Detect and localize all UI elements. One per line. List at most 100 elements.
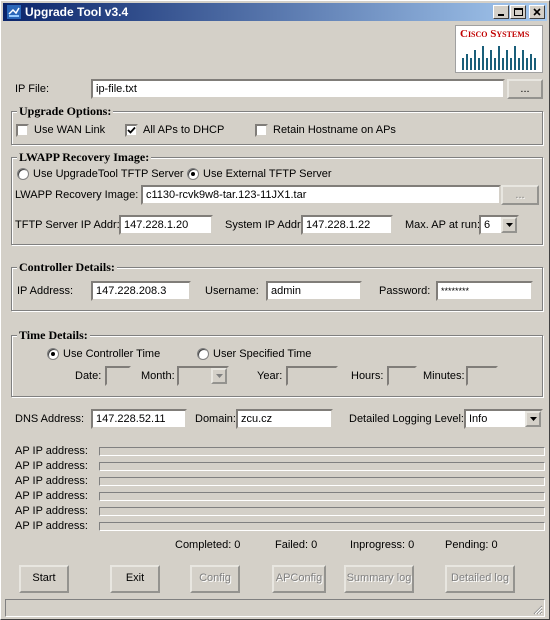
password-input[interactable]: ******** [436,281,533,301]
resize-grip-icon[interactable] [531,603,543,615]
date-label: Date: [75,370,102,382]
close-icon [533,8,541,16]
dropdown-arrow-icon [529,417,537,421]
lwapp-image-browse-button[interactable]: ... [501,185,539,205]
retain-hostname-label[interactable]: Retain Hostname on APs [273,124,396,137]
ap-ip-label: AP IP address: [15,460,88,472]
logo-text: Cisco Systems [460,28,530,40]
checkmark-icon [127,126,136,134]
radio-user-time[interactable] [197,348,209,360]
time-details-title: Time Details: [17,328,90,342]
exit-button[interactable]: Exit [110,565,160,593]
ip-file-input[interactable]: ip-file.txt [91,79,505,99]
ap-row: AP IP address: [15,459,545,474]
hours-label: Hours: [351,370,384,382]
radio-upgradetool-tftp[interactable] [17,168,29,180]
minimize-icon [498,14,504,16]
ip-file-browse-button[interactable]: ... [507,79,543,99]
start-button-label: Start [32,572,56,584]
ap-progress-bar [99,507,545,516]
completed-count: Completed: 0 [175,539,241,551]
inprogress-count: Inprogress: 0 [350,539,415,551]
radio-user-time-label[interactable]: User Specified Time [213,348,311,361]
apconfig-button[interactable]: APConfig [272,565,326,593]
upgrade-options-title: Upgrade Options: [17,104,114,118]
radio-selected-dot [191,172,195,176]
tftp-server-label: TFTP Server IP Addr: [15,219,120,231]
ap-progress-bar [99,447,545,456]
controller-ip-label: IP Address: [17,285,74,297]
system-ip-input[interactable]: 147.228.1.22 [301,215,393,235]
ap-row: AP IP address: [15,504,545,519]
all-aps-dhcp-label[interactable]: All APs to DHCP [143,124,224,137]
password-label: Password: [379,285,431,297]
summary-log-button[interactable]: Summary log [344,565,414,593]
radio-external-tftp[interactable] [187,168,199,180]
lwapp-group-title: LWAPP Recovery Image: [17,150,152,164]
ap-ip-label: AP IP address: [15,520,88,532]
dns-input[interactable]: 147.228.52.11 [91,409,187,429]
dns-label: DNS Address: [15,413,85,425]
domain-input[interactable]: zcu.cz [236,409,333,429]
minutes-input[interactable] [466,366,498,386]
month-select[interactable] [177,366,229,386]
all-aps-dhcp-checkbox[interactable] [125,124,138,137]
close-button[interactable] [529,5,545,19]
username-input[interactable]: admin [266,281,362,301]
system-ip-label: System IP Addr: [225,219,304,231]
logging-level-value: Info [469,413,488,425]
max-ap-value: 6 [484,219,491,231]
logging-level-label: Detailed Logging Level: [349,413,464,425]
radio-external-tftp-label[interactable]: Use External TFTP Server [203,168,332,181]
detailed-log-button[interactable]: Detailed log [445,565,515,593]
use-wan-link-checkbox[interactable] [16,124,29,137]
tftp-server-input[interactable]: 147.228.1.20 [119,215,213,235]
hours-input[interactable] [387,366,417,386]
status-bar [5,599,545,617]
app-icon[interactable] [7,5,21,19]
logo-bars-icon [462,46,536,70]
start-button[interactable]: Start [19,565,69,593]
radio-selected-dot [51,352,55,356]
ip-file-label: IP File: [15,83,50,95]
max-ap-select[interactable]: 6 [479,215,519,235]
ap-row: AP IP address: [15,444,545,459]
minutes-label: Minutes: [423,370,465,382]
month-label: Month: [141,370,175,382]
config-button-label: Config [199,572,231,584]
app-window: Upgrade Tool v3.4 Cisco Systems IP File:… [0,0,550,620]
logging-level-select[interactable]: Info [464,409,543,429]
date-input[interactable] [105,366,131,386]
ap-ip-label: AP IP address: [15,505,88,517]
window-title: Upgrade Tool v3.4 [25,5,129,19]
max-ap-dropdown-button[interactable] [501,217,517,233]
ap-progress-bar [99,522,545,531]
exit-button-label: Exit [125,572,145,584]
config-button[interactable]: Config [190,565,240,593]
domain-label: Domain: [195,413,236,425]
time-details-group [11,335,543,397]
summary-log-button-label: Summary log [346,572,412,584]
lwapp-image-input[interactable]: c1130-rcvk9w8-tar.123-11JX1.tar [141,185,501,205]
username-label: Username: [205,285,259,297]
year-label: Year: [257,370,283,382]
month-dropdown-button[interactable] [211,368,227,384]
ap-row: AP IP address: [15,519,545,534]
pending-count: Pending: 0 [445,539,498,551]
radio-upgradetool-tftp-label[interactable]: Use UpgradeTool TFTP Server [33,168,184,181]
maximize-button[interactable] [510,5,526,19]
use-wan-link-label[interactable]: Use WAN Link [34,124,105,137]
failed-count: Failed: 0 [275,539,318,551]
title-bar[interactable]: Upgrade Tool v3.4 [3,3,547,21]
max-ap-label: Max. AP at run: [405,219,481,231]
apconfig-button-label: APConfig [275,572,323,584]
ap-progress-bar [99,477,545,486]
minimize-button[interactable] [493,5,509,19]
year-input[interactable] [286,366,338,386]
controller-ip-input[interactable]: 147.228.208.3 [91,281,191,301]
radio-controller-time[interactable] [47,348,59,360]
logging-level-dropdown-button[interactable] [525,411,541,427]
radio-controller-time-label[interactable]: Use Controller Time [63,348,160,361]
ap-row: AP IP address: [15,489,545,504]
retain-hostname-checkbox[interactable] [255,124,268,137]
